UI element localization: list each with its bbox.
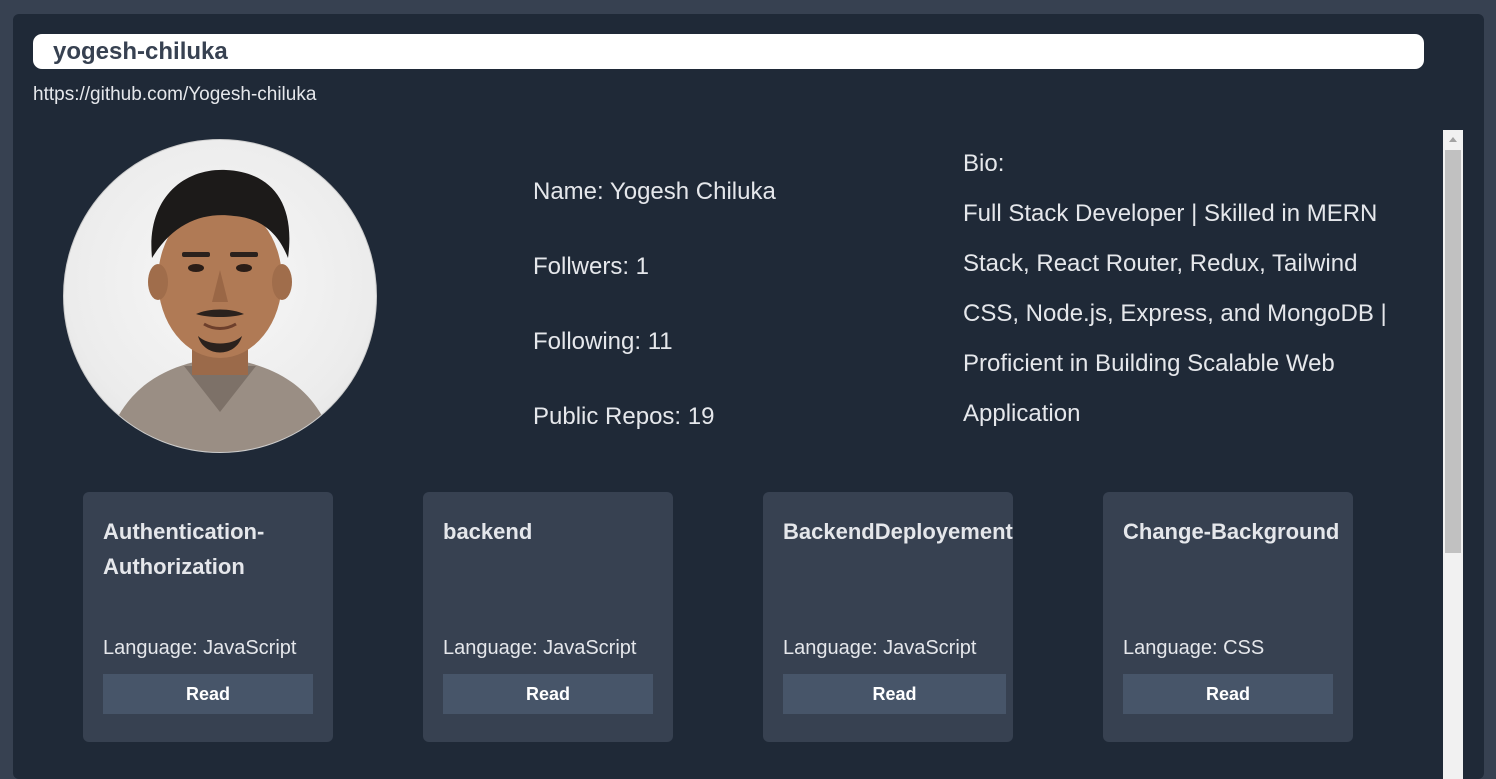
avatar [63, 139, 377, 453]
following-count: Following: 11 [533, 328, 673, 355]
repo-card: BackendDeployement Language: JavaScript … [763, 492, 1013, 742]
read-button[interactable]: Read [103, 674, 313, 714]
scroll-thumb[interactable] [1445, 150, 1461, 553]
repo-language: Language: JavaScript [783, 637, 977, 659]
profile-content: Name: Yogesh Chiluka Follwers: 1 Followi… [33, 130, 1463, 779]
followers-count: Follwers: 1 [533, 253, 650, 280]
repo-name: Change-Background [1123, 519, 1340, 544]
bio-label: Bio: [963, 150, 1005, 177]
profile-name: Name: Yogesh Chiluka [533, 178, 776, 205]
repo-name: BackendDeployement [783, 519, 1013, 544]
bio-section: Bio: Full Stack Developer | Skilled in M… [963, 139, 1413, 439]
main-panel: https://github.com/Yogesh-chiluka [13, 14, 1484, 779]
repo-name: Authentication-Authorization [103, 519, 265, 579]
read-button[interactable]: Read [1123, 674, 1333, 714]
repo-language: Language: JavaScript [103, 637, 297, 659]
read-button[interactable]: Read [783, 674, 1006, 714]
profile-stats: Name: Yogesh Chiluka Follwers: 1 Followi… [533, 160, 893, 460]
vertical-scrollbar[interactable] [1443, 130, 1463, 779]
avatar-image [104, 169, 336, 452]
repo-card: Change-Background Language: CSS Read [1103, 492, 1353, 742]
repo-list: Authentication-Authorization Language: J… [83, 492, 1383, 752]
profile-url-link[interactable]: https://github.com/Yogesh-chiluka [33, 84, 316, 106]
repo-card: backend Language: JavaScript Read [423, 492, 673, 742]
public-repos-count: Public Repos: 19 [533, 403, 715, 430]
scroll-up-arrow-icon[interactable] [1443, 130, 1463, 150]
search-input[interactable] [33, 34, 1424, 69]
repo-language: Language: CSS [1123, 637, 1265, 659]
repo-language: Language: JavaScript [443, 637, 637, 659]
repo-card: Authentication-Authorization Language: J… [83, 492, 333, 742]
bio-text: Full Stack Developer | Skilled in MERN S… [963, 200, 1387, 427]
read-button[interactable]: Read [443, 674, 653, 714]
repo-name: backend [443, 519, 533, 544]
